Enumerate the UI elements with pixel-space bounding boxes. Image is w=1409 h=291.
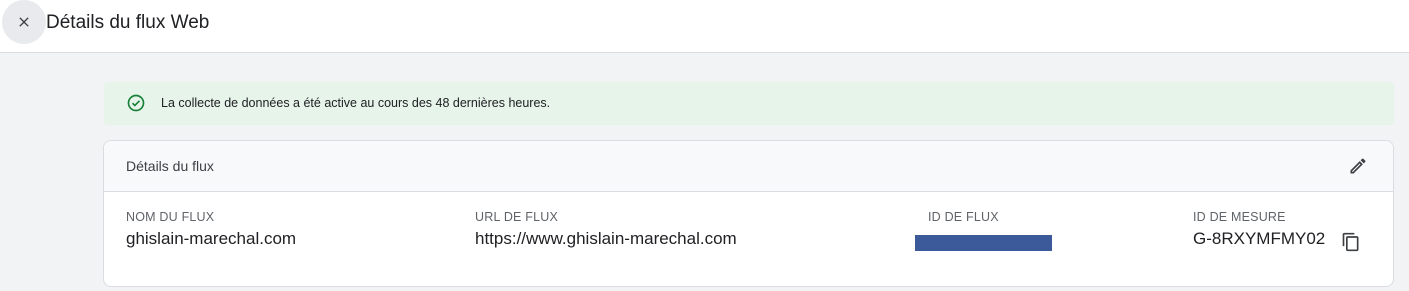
status-banner-text: La collecte de données a été active au c… — [161, 96, 551, 110]
measurement-id-value[interactable]: G-8RXYMFMY02 — [1193, 229, 1325, 249]
close-icon — [19, 17, 29, 27]
stream-name-field: NOM DU FLUX ghislain-marechal.com — [126, 210, 296, 249]
stream-url-label: URL DE FLUX — [475, 210, 559, 224]
page-header: Détails du flux Web — [0, 0, 1409, 53]
measurement-id-label: ID DE MESURE — [1193, 210, 1286, 224]
stream-id-label: ID DE FLUX — [928, 210, 999, 224]
stream-id-field: ID DE FLUX — [928, 210, 999, 224]
copy-measurement-id-button[interactable] — [1340, 231, 1362, 253]
stream-url-value: https://www.ghislain-marechal.com — [475, 229, 737, 248]
copy-icon — [1342, 232, 1359, 252]
edit-button[interactable] — [1345, 153, 1371, 179]
stream-id-redacted-value — [915, 235, 1052, 251]
card-header: Détails du flux — [104, 141, 1393, 192]
close-button[interactable] — [2, 0, 46, 44]
card-title: Détails du flux — [126, 158, 214, 174]
stream-name-label: NOM DU FLUX — [126, 210, 215, 224]
page-title: Détails du flux Web — [46, 12, 210, 33]
pencil-icon — [1350, 158, 1366, 174]
stream-url-field: URL DE FLUX https://www.ghislain-marecha… — [475, 210, 737, 249]
measurement-id-field: ID DE MESURE G-8RXYMFMY02 — [1193, 210, 1325, 249]
check-circle-icon — [127, 94, 145, 112]
stream-name-value: ghislain-marechal.com — [126, 229, 297, 248]
stream-details-card: Détails du flux NOM DU FLUX ghislain-mar… — [103, 140, 1394, 287]
status-banner: La collecte de données a été active au c… — [104, 82, 1394, 125]
